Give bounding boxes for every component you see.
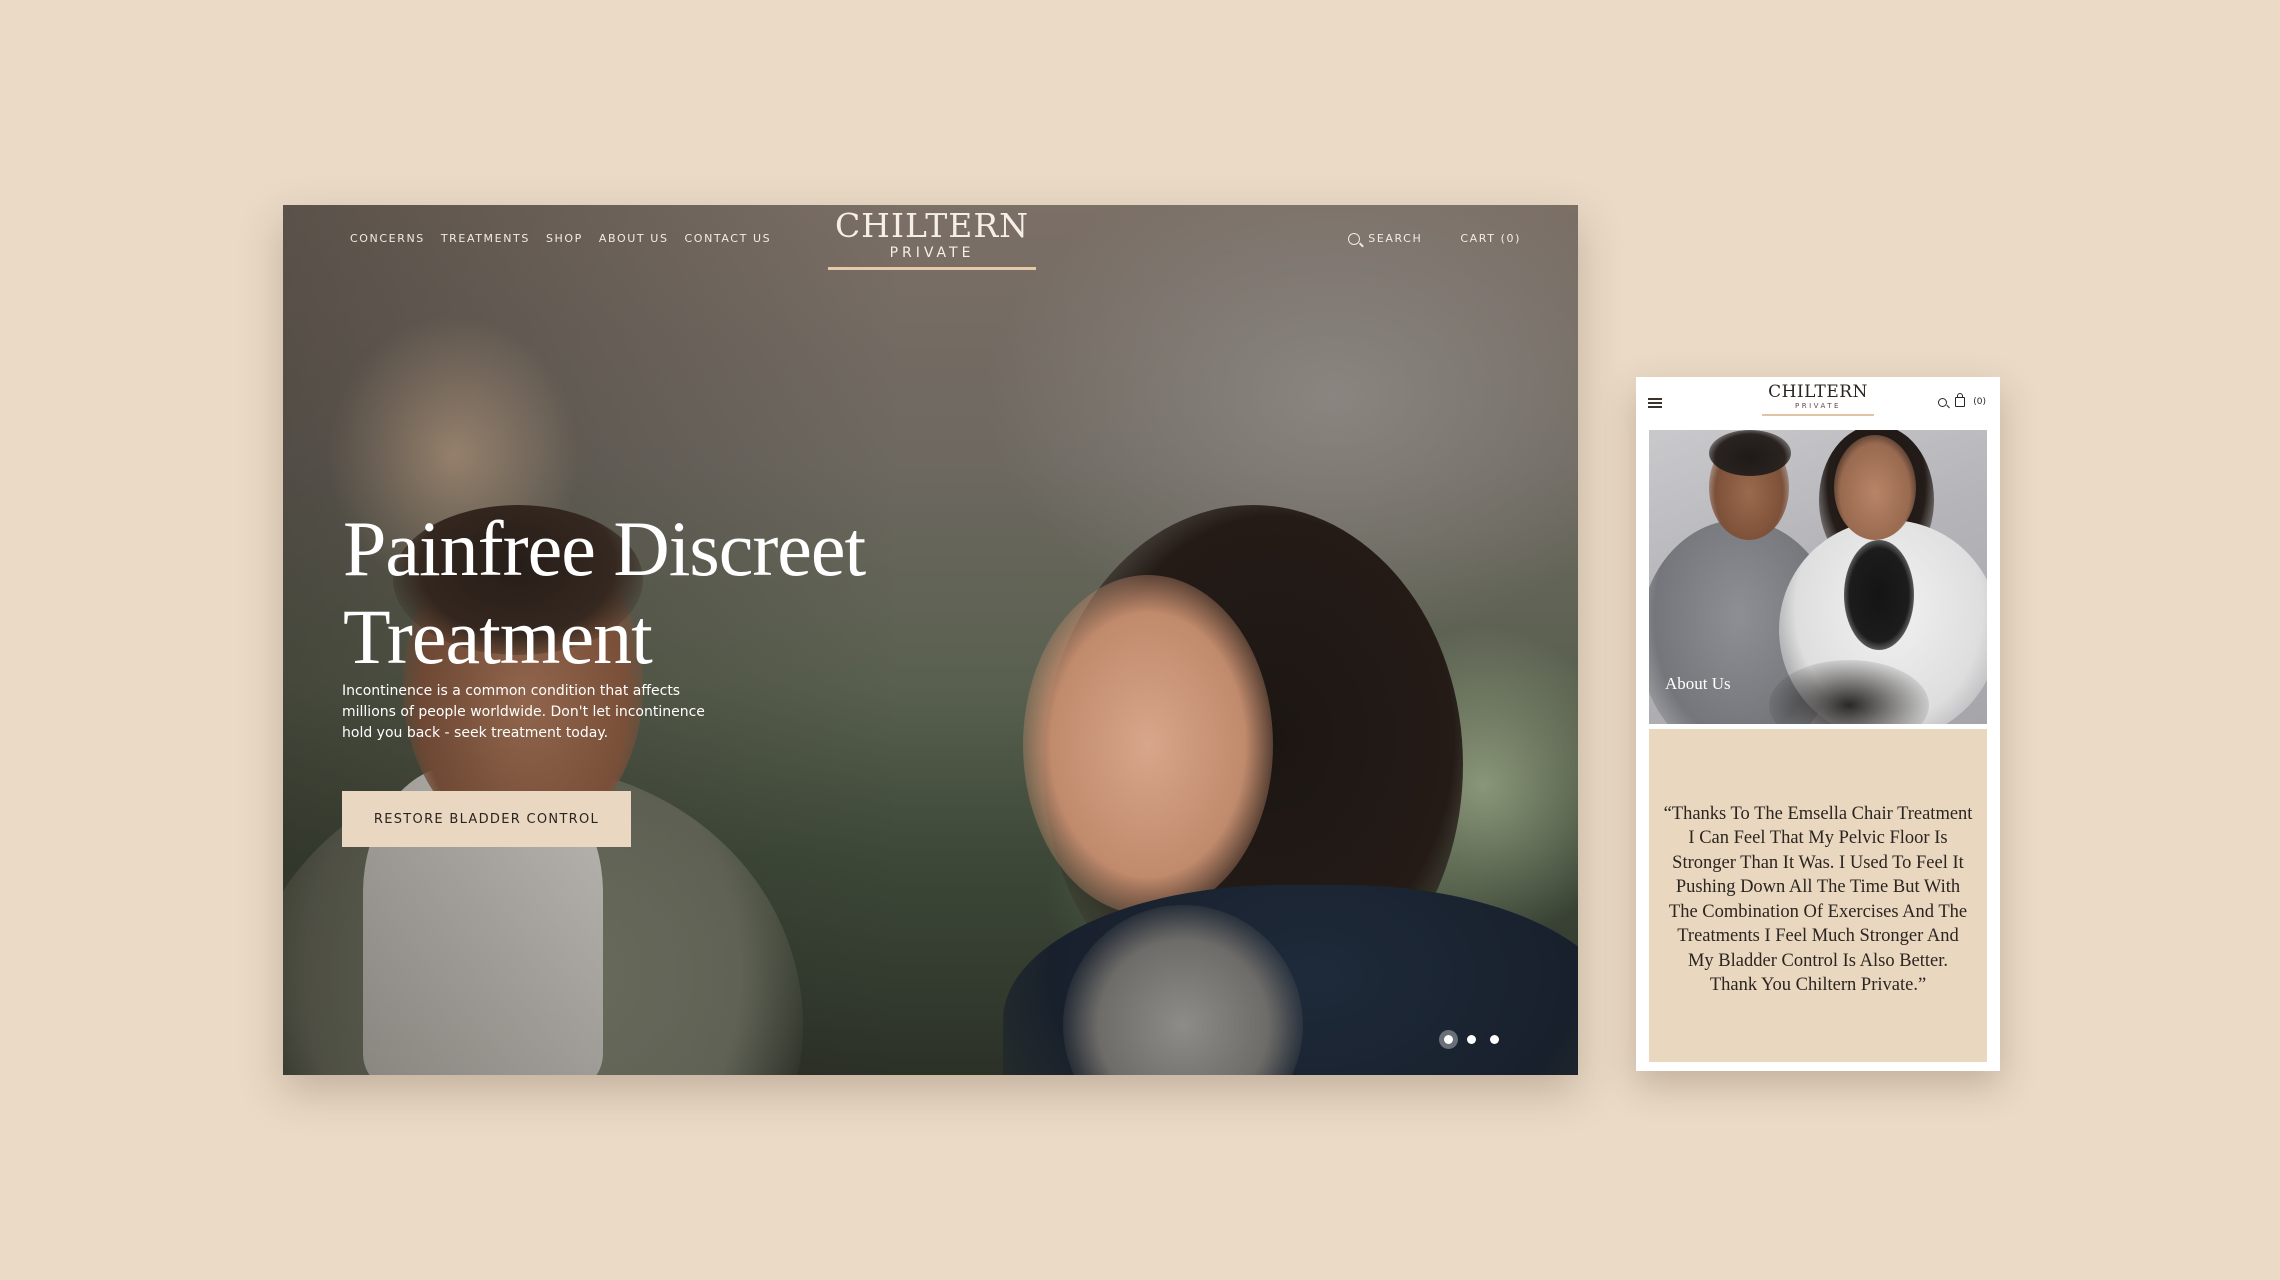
mobile-logo-underline [1762,414,1874,416]
nav-concerns[interactable]: CONCERNS [350,232,425,245]
mobile-logo-subtitle: PRIVATE [1795,402,1841,410]
mobile-cart-count[interactable]: (0) [1973,397,1986,407]
hero-title: Painfree Discreet Treatment [343,505,866,681]
logo-underline [828,267,1036,270]
nav-about-us[interactable]: ABOUT US [599,232,669,245]
cart-link[interactable]: CART (0) [1460,232,1521,245]
search-icon[interactable] [1938,397,1948,407]
logo-subtitle: PRIVATE [889,245,975,261]
photo-man-hair [1709,430,1791,476]
woman-face [1023,575,1273,915]
slider-dot-3[interactable] [1490,1035,1499,1044]
utility-nav: SEARCH CART (0) [1348,232,1521,245]
restore-bladder-control-button[interactable]: RESTORE BLADDER CONTROL [342,791,631,847]
search-icon [1348,232,1361,245]
mobile-mockup: CHILTERN PRIVATE (0) About Us “Thanks To… [1636,377,2000,1071]
mobile-logo-wordmark: CHILTERN [1768,382,1868,402]
mobile-header: CHILTERN PRIVATE (0) [1636,377,2000,429]
desktop-mockup: CONCERNS TREATMENTS SHOP ABOUT US CONTAC… [283,205,1578,1075]
mobile-utility-icons: (0) [1938,393,1986,407]
photo-woman-face [1834,435,1916,540]
bag-icon[interactable] [1955,393,1966,407]
site-logo[interactable]: CHILTERN PRIVATE [828,207,1036,270]
slider-dot-1[interactable] [1444,1035,1453,1044]
main-nav: CONCERNS TREATMENTS SHOP ABOUT US CONTAC… [350,232,771,245]
menu-icon[interactable] [1648,398,1662,408]
slider-dots [1444,1035,1499,1044]
search-button[interactable]: SEARCH [1348,232,1422,245]
about-us-caption: About Us [1665,674,1731,693]
slider-dot-2[interactable] [1467,1035,1476,1044]
nav-treatments[interactable]: TREATMENTS [441,232,530,245]
search-label: SEARCH [1368,232,1423,245]
testimonial-quote: “Thanks To The Emsella Chair Treatment I… [1663,803,1973,996]
about-us-photo[interactable]: About Us [1649,430,1987,724]
mobile-logo[interactable]: CHILTERN PRIVATE [1748,382,1888,416]
nav-contact-us[interactable]: CONTACT US [685,232,772,245]
nav-shop[interactable]: SHOP [546,232,583,245]
photo-woman-top [1844,540,1914,650]
testimonial-box: “Thanks To The Emsella Chair Treatment I… [1649,729,1987,1062]
logo-wordmark: CHILTERN [834,206,1030,245]
hero-description: Incontinence is a common condition that … [342,683,705,741]
